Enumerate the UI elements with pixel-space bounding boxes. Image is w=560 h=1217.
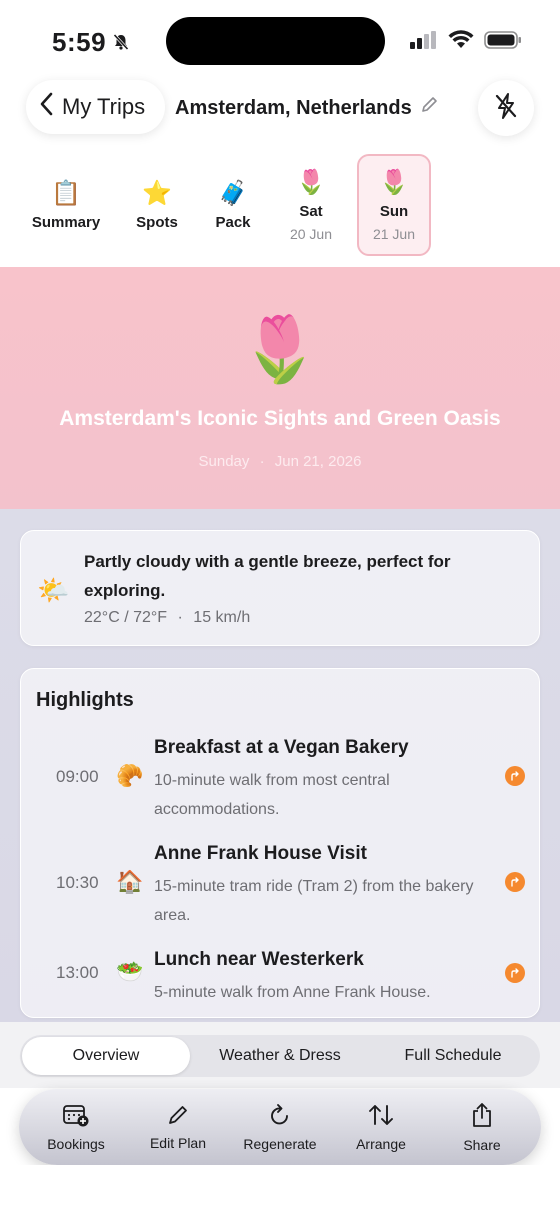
day-tabs: 📋 Summary ⭐ Spots 🧳 Pack 🌷 Sat 20 Jun 🌷 … <box>0 154 560 258</box>
wind-speed: 15 km/h <box>193 609 251 626</box>
house-icon: 🏠 <box>116 869 144 894</box>
weather-card[interactable]: 🌤️ Partly cloudy with a gentle breeze, p… <box>20 530 540 646</box>
route-arrow-icon[interactable] <box>505 963 525 983</box>
back-label: My Trips <box>62 94 146 119</box>
day-title: Amsterdam's Iconic Sights and Green Oasi… <box>59 407 501 430</box>
tab-date: 20 Jun <box>289 225 333 242</box>
tab-label: Sun <box>379 202 409 220</box>
status-indicators <box>410 30 522 55</box>
tab-sun[interactable]: 🌷 Sun 21 Jun <box>357 154 431 256</box>
highlight-time: 10:30 <box>56 873 99 892</box>
salad-icon: 🥗 <box>116 959 144 984</box>
pencil-icon <box>167 1104 189 1135</box>
toolbar-label: Bookings <box>47 1135 105 1152</box>
day-hero: 🌷 Amsterdam's Iconic Sights and Green Oa… <box>0 267 560 509</box>
segment-full-schedule[interactable]: Full Schedule <box>370 1035 536 1077</box>
day-date-line: Sunday · Jun 21, 2026 <box>198 453 362 470</box>
partly-cloudy-icon: 🌤️ <box>37 575 70 605</box>
home-area <box>0 1165 560 1217</box>
star-icon: ⭐ <box>142 179 172 207</box>
tab-spots[interactable]: ⭐ Spots <box>127 154 187 256</box>
status-bar: 5:59 <box>0 0 560 80</box>
flash-off-button[interactable] <box>478 80 534 136</box>
temperature: 22°C / 72°F <box>84 609 168 626</box>
route-arrow-icon[interactable] <box>505 766 525 786</box>
arrange-button[interactable]: Arrange <box>344 1089 418 1165</box>
tulip-icon: 🌷 <box>296 168 326 196</box>
segment-overview[interactable]: Overview <box>22 1037 190 1075</box>
trip-title[interactable]: Amsterdam, Netherlands <box>175 96 438 120</box>
highlight-name: Breakfast at a Vegan Bakery <box>154 737 409 758</box>
highlight-desc: 10-minute walk from most central accommo… <box>154 772 390 818</box>
dynamic-island <box>166 17 385 65</box>
segment-weather-dress[interactable]: Weather & Dress <box>198 1035 362 1077</box>
tab-sat[interactable]: 🌷 Sat 20 Jun <box>278 154 344 256</box>
tab-summary[interactable]: 📋 Summary <box>26 154 106 256</box>
trip-header: My Trips Amsterdam, Netherlands <box>0 78 560 138</box>
status-time: 5:59 <box>52 27 130 58</box>
bookings-button[interactable]: Bookings <box>35 1089 117 1165</box>
highlights-title: Highlights <box>36 689 134 711</box>
highlight-desc: 5-minute walk from Anne Frank House. <box>154 984 431 1001</box>
highlights-card: Highlights 09:00 🥐 Breakfast at a Vegan … <box>20 668 540 1018</box>
view-switcher: Overview Weather & Dress Full Schedule <box>0 1022 560 1088</box>
clock: 5:59 <box>52 27 107 57</box>
tab-label: Sat <box>299 202 323 220</box>
tab-date: 21 Jun <box>372 225 416 242</box>
toolbar-label: Arrange <box>356 1135 406 1152</box>
bolt-slash-icon <box>493 92 519 125</box>
toolbar-label: Regenerate <box>243 1135 317 1152</box>
wifi-icon <box>448 30 474 55</box>
weather-meta: 22°C / 72°F · 15 km/h <box>84 609 251 626</box>
back-to-my-trips-button[interactable]: My Trips <box>26 80 166 134</box>
day-name: Sunday <box>198 453 250 470</box>
toolbar-label: Share <box>463 1136 501 1153</box>
weather-summary: Partly cloudy with a gentle breeze, perf… <box>84 552 451 600</box>
regenerate-button[interactable]: Regenerate <box>234 1089 326 1165</box>
highlight-desc: 15-minute tram ride (Tram 2) from the ba… <box>154 878 474 924</box>
battery-icon <box>484 30 522 55</box>
tulip-icon: 🌷 <box>240 313 320 385</box>
arrows-up-down-icon <box>367 1103 395 1136</box>
share-icon <box>471 1102 493 1137</box>
clipboard-icon: 📋 <box>51 179 81 207</box>
overview-content: 🌤️ Partly cloudy with a gentle breeze, p… <box>0 509 560 1027</box>
chevron-left-icon <box>40 92 54 122</box>
calendar-plus-icon <box>62 1103 90 1136</box>
highlight-name: Lunch near Westerkerk <box>154 949 364 970</box>
day-date: Jun 21, 2026 <box>274 453 362 470</box>
route-arrow-icon[interactable] <box>505 872 525 892</box>
share-button[interactable]: Share <box>447 1089 517 1165</box>
highlight-time: 09:00 <box>56 767 99 786</box>
luggage-icon: 🧳 <box>218 179 248 207</box>
tab-label: Summary <box>31 213 101 231</box>
highlight-name: Anne Frank House Visit <box>154 843 367 864</box>
edit-plan-button[interactable]: Edit Plan <box>138 1089 218 1165</box>
toolbar-label: Edit Plan <box>149 1134 207 1151</box>
cellular-signal-icon <box>410 31 438 54</box>
tab-pack[interactable]: 🧳 Pack <box>203 154 263 256</box>
tab-label: Pack <box>215 213 251 231</box>
pencil-icon[interactable] <box>420 96 438 120</box>
tab-label: Spots <box>136 213 178 231</box>
refresh-icon <box>268 1103 292 1136</box>
segmented-control: Overview Weather & Dress Full Schedule <box>20 1035 540 1077</box>
croissant-icon: 🥐 <box>116 763 144 788</box>
action-toolbar: Bookings Edit Plan Regenerate Arrange Sh… <box>19 1089 541 1165</box>
bell-slash-icon <box>112 27 130 58</box>
tulip-icon: 🌷 <box>379 168 409 196</box>
highlight-time: 13:00 <box>56 963 99 982</box>
trip-title-text: Amsterdam, Netherlands <box>175 96 412 119</box>
